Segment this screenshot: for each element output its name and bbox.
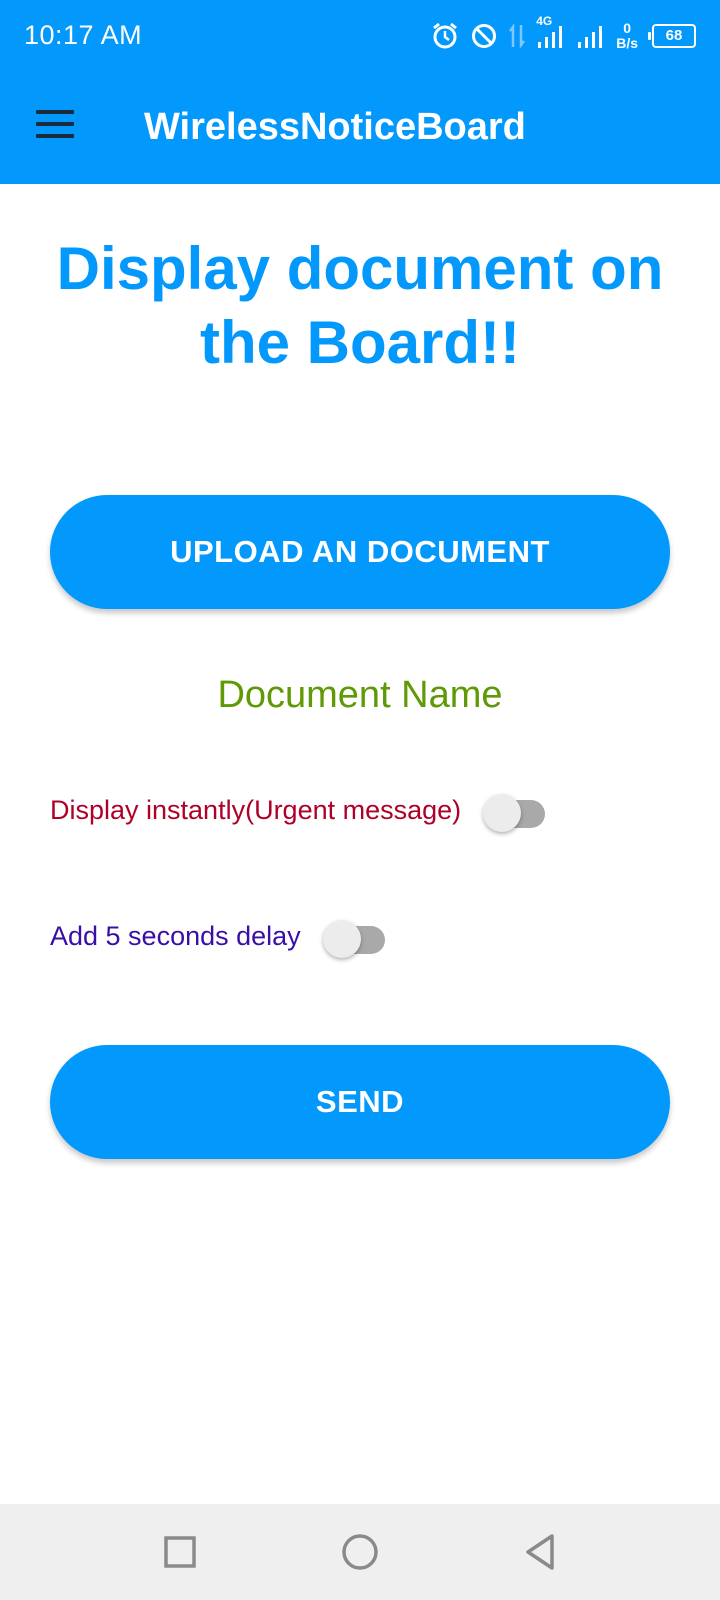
document-name: Document Name <box>217 674 503 716</box>
app-bar: WirelessNoticeBoard <box>0 72 720 184</box>
switch-thumb <box>483 794 522 832</box>
delay-switch-label: Add 5 seconds delay <box>50 920 301 951</box>
urgent-switch-label: Display instantly(Urgent message) <box>50 794 462 825</box>
battery-icon: 68 <box>648 24 696 48</box>
status-bar: 10:17 AM 4G 0 B/s 68 <box>0 0 720 72</box>
do-not-disturb-icon <box>470 22 498 50</box>
upload-document-button[interactable]: UPLOAD AN DOCUMENT <box>50 495 670 609</box>
net-speed: 0 B/s <box>616 21 638 51</box>
status-icons: 4G 0 B/s 68 <box>430 14 696 54</box>
data-transfer-icon <box>508 21 526 51</box>
urgent-toggle-switch[interactable] <box>483 790 547 832</box>
app-title: WirelessNoticeBoard <box>144 106 526 148</box>
recents-square-icon[interactable] <box>160 1532 200 1572</box>
hamburger-menu-icon[interactable] <box>36 110 76 144</box>
delay-switch-row: Add 5 seconds delay <box>50 916 387 958</box>
delay-toggle-switch[interactable] <box>322 916 387 958</box>
alarm-icon <box>430 21 460 51</box>
home-circle-icon[interactable] <box>340 1532 380 1572</box>
net-speed-value: 0 <box>623 20 631 36</box>
switch-thumb <box>322 920 361 958</box>
navigation-bar <box>0 1504 720 1600</box>
send-button[interactable]: SEND <box>50 1045 670 1159</box>
net-speed-unit: B/s <box>616 35 638 51</box>
network-type: 4G <box>536 14 553 28</box>
urgent-switch-row: Display instantly(Urgent message) <box>50 790 547 832</box>
app-screen: 10:17 AM 4G 0 B/s 68 WirelessNoticeBoard… <box>0 0 720 1600</box>
signal-icon <box>576 22 606 50</box>
signal-4g-icon: 4G <box>536 14 566 50</box>
status-time: 10:17 AM <box>24 20 143 50</box>
page-heading: Display document on the Board!! <box>56 235 664 376</box>
back-triangle-icon[interactable] <box>520 1532 560 1572</box>
